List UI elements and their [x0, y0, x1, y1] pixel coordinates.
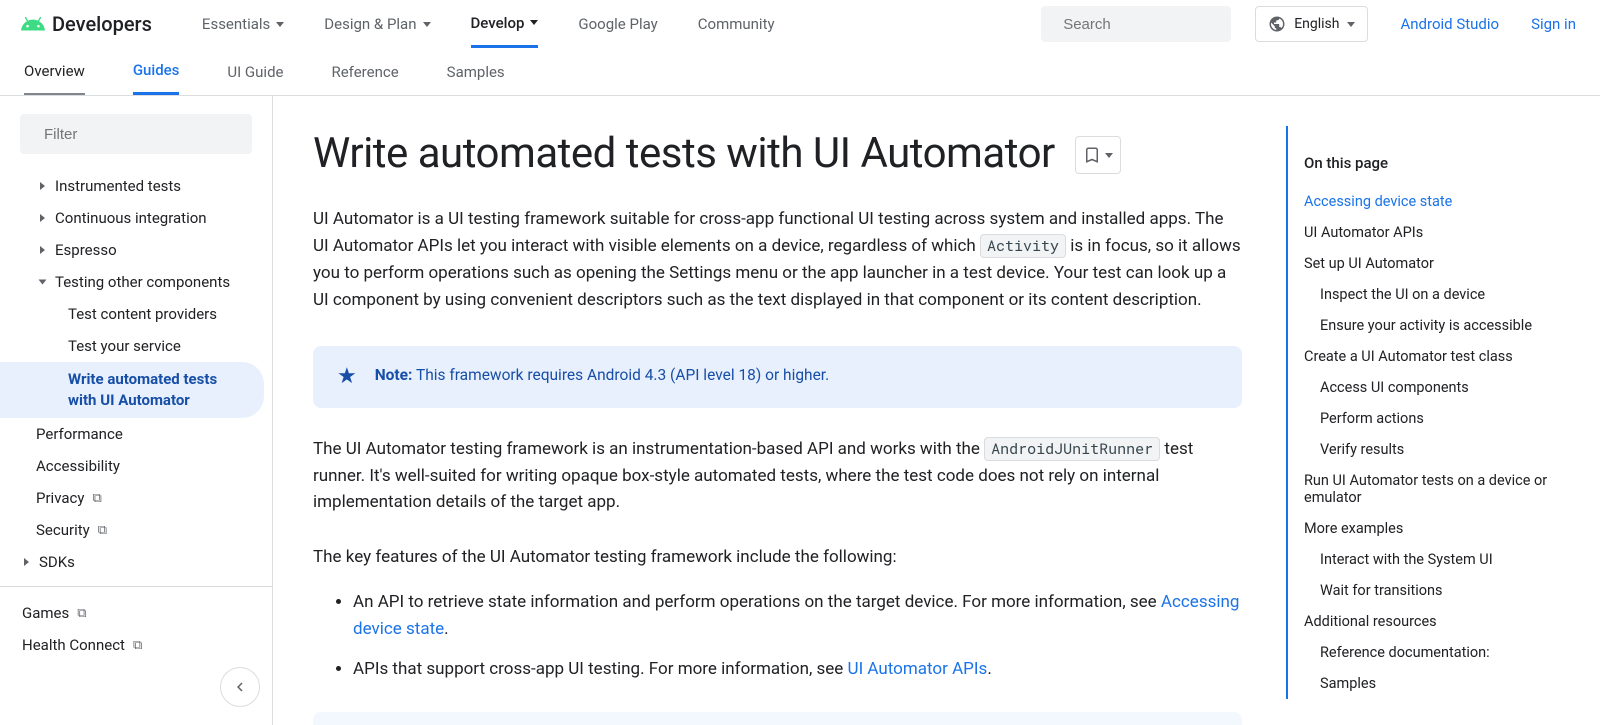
language-label: English	[1294, 16, 1339, 32]
sidebar-item-testing-other-components[interactable]: Testing other components	[0, 266, 272, 298]
globe-icon	[1268, 15, 1286, 33]
sidebar-item-test-content-providers[interactable]: Test content providers	[0, 298, 272, 330]
language-selector[interactable]: English	[1255, 6, 1368, 42]
list-item: An API to retrieve state information and…	[353, 589, 1242, 642]
code-activity: Activity	[980, 234, 1066, 258]
toc-run-tests[interactable]: Run UI Automator tests on a device or em…	[1304, 465, 1556, 513]
android-studio-link[interactable]: Android Studio	[1400, 15, 1499, 33]
toc-create-test-class[interactable]: Create a UI Automator test class	[1304, 341, 1556, 372]
secondary-nav: Overview Guides UI Guide Reference Sampl…	[0, 48, 1600, 96]
toc-perform-actions[interactable]: Perform actions	[1304, 403, 1556, 434]
chevron-down-icon	[1347, 22, 1355, 27]
link-ui-automator-apis[interactable]: UI Automator APIs	[848, 659, 988, 679]
collapse-sidebar-button[interactable]	[220, 667, 260, 707]
toc-access-ui-components[interactable]: Access UI components	[1304, 372, 1556, 403]
toc-samples[interactable]: Samples	[1304, 668, 1556, 699]
chevron-down-icon	[423, 22, 431, 27]
subnav-samples[interactable]: Samples	[447, 48, 505, 95]
sidebar-item-instrumented-tests[interactable]: Instrumented tests	[0, 170, 272, 202]
primary-nav: Essentials Design & Plan Develop Google …	[202, 0, 1031, 48]
nav-design-plan[interactable]: Design & Plan	[324, 0, 430, 48]
caret-right-icon	[40, 214, 45, 222]
toc-reference-documentation[interactable]: Reference documentation:	[1304, 637, 1556, 668]
caret-right-icon	[40, 182, 45, 190]
note-text: This framework requires Android 4.3 (API…	[412, 366, 829, 384]
open-in-new-icon: ⧉	[133, 638, 142, 653]
chevron-left-icon	[231, 678, 249, 696]
subnav-overview[interactable]: Overview	[24, 48, 85, 95]
on-this-page-toc: On this page Accessing device state UI A…	[1286, 126, 1576, 699]
filter-box[interactable]	[20, 114, 252, 154]
paragraph: UI Automator is a UI testing framework s…	[313, 206, 1242, 313]
toc-ui-automator-apis[interactable]: UI Automator APIs	[1304, 217, 1556, 248]
nav-google-play[interactable]: Google Play	[578, 0, 657, 48]
caret-right-icon	[24, 558, 29, 566]
open-in-new-icon: ⧉	[77, 606, 86, 621]
sidebar-item-test-your-service[interactable]: Test your service	[0, 330, 272, 362]
toc-interact-system-ui[interactable]: Interact with the System UI	[1304, 544, 1556, 575]
left-sidebar: Instrumented tests Continuous integratio…	[0, 96, 273, 725]
bookmark-button[interactable]	[1075, 136, 1121, 174]
caret-right-icon	[40, 246, 45, 254]
feature-list: An API to retrieve state information and…	[313, 589, 1242, 682]
toc-verify-results[interactable]: Verify results	[1304, 434, 1556, 465]
nav-essentials[interactable]: Essentials	[202, 0, 284, 48]
sidebar-item-accessibility[interactable]: Accessibility	[0, 450, 272, 482]
bookmark-icon	[1083, 146, 1101, 164]
open-in-new-icon: ⧉	[98, 523, 107, 538]
subnav-reference[interactable]: Reference	[331, 48, 398, 95]
toc-more-examples[interactable]: More examples	[1304, 513, 1556, 544]
sidebar-item-games[interactable]: Games⧉	[0, 597, 272, 629]
sidebar-item-espresso[interactable]: Espresso	[0, 234, 272, 266]
toc-set-up-ui-automator[interactable]: Set up UI Automator	[1304, 248, 1556, 279]
subnav-ui-guide[interactable]: UI Guide	[227, 48, 283, 95]
chevron-down-icon	[1105, 153, 1113, 158]
paragraph: The UI Automator testing framework is an…	[313, 436, 1242, 517]
star-icon: ★	[337, 366, 357, 388]
paragraph: The key features of the UI Automator tes…	[313, 544, 1242, 571]
sign-in-link[interactable]: Sign in	[1531, 15, 1576, 33]
search-input[interactable]	[1063, 16, 1262, 33]
toc-inspect-ui[interactable]: Inspect the UI on a device	[1304, 279, 1556, 310]
sidebar-item-performance[interactable]: Performance	[0, 418, 272, 450]
page-body: Instrumented tests Continuous integratio…	[0, 96, 1600, 725]
page-title: Write automated tests with UI Automator	[313, 130, 1055, 178]
sidebar-item-continuous-integration[interactable]: Continuous integration	[0, 202, 272, 234]
filter-input[interactable]	[44, 126, 243, 143]
code-androidjunitrunner: AndroidJUnitRunner	[984, 437, 1160, 461]
search-box[interactable]	[1041, 6, 1231, 42]
top-navigation: Developers Essentials Design & Plan Deve…	[0, 0, 1600, 48]
toc-ensure-activity-accessible[interactable]: Ensure your activity is accessible	[1304, 310, 1556, 341]
logo-label: Developers	[52, 12, 152, 36]
nav-community[interactable]: Community	[698, 0, 775, 48]
subnav-guides[interactable]: Guides	[133, 48, 180, 95]
sidebar-tree: Instrumented tests Continuous integratio…	[0, 164, 272, 701]
nav-develop[interactable]: Develop	[471, 0, 539, 48]
sidebar-item-write-ui-automator[interactable]: Write automated tests with UI Automator	[0, 362, 264, 418]
caret-down-icon	[39, 280, 47, 285]
note-box: ★ Note: This framework requires Android …	[313, 346, 1242, 408]
main-content: Write automated tests with UI Automator …	[273, 96, 1282, 725]
sidebar-item-health-connect[interactable]: Health Connect⧉	[0, 629, 272, 661]
site-logo[interactable]: Developers	[20, 11, 152, 37]
sidebar-item-sdks[interactable]: SDKs	[0, 546, 272, 578]
note-label: Note:	[375, 366, 413, 384]
toc-title: On this page	[1304, 154, 1556, 172]
sidebar-item-privacy[interactable]: Privacy⧉	[0, 482, 272, 514]
toc-wait-for-transitions[interactable]: Wait for transitions	[1304, 575, 1556, 606]
android-head-icon	[20, 11, 46, 37]
toc-additional-resources[interactable]: Additional resources	[1304, 606, 1556, 637]
list-item: APIs that support cross-app UI testing. …	[353, 656, 1242, 682]
sidebar-item-security[interactable]: Security⧉	[0, 514, 272, 546]
note-box-partial: ★	[313, 712, 1242, 725]
chevron-down-icon	[276, 22, 284, 27]
chevron-down-icon	[530, 20, 538, 25]
open-in-new-icon: ⧉	[92, 491, 101, 506]
toc-accessing-device-state[interactable]: Accessing device state	[1304, 186, 1556, 217]
